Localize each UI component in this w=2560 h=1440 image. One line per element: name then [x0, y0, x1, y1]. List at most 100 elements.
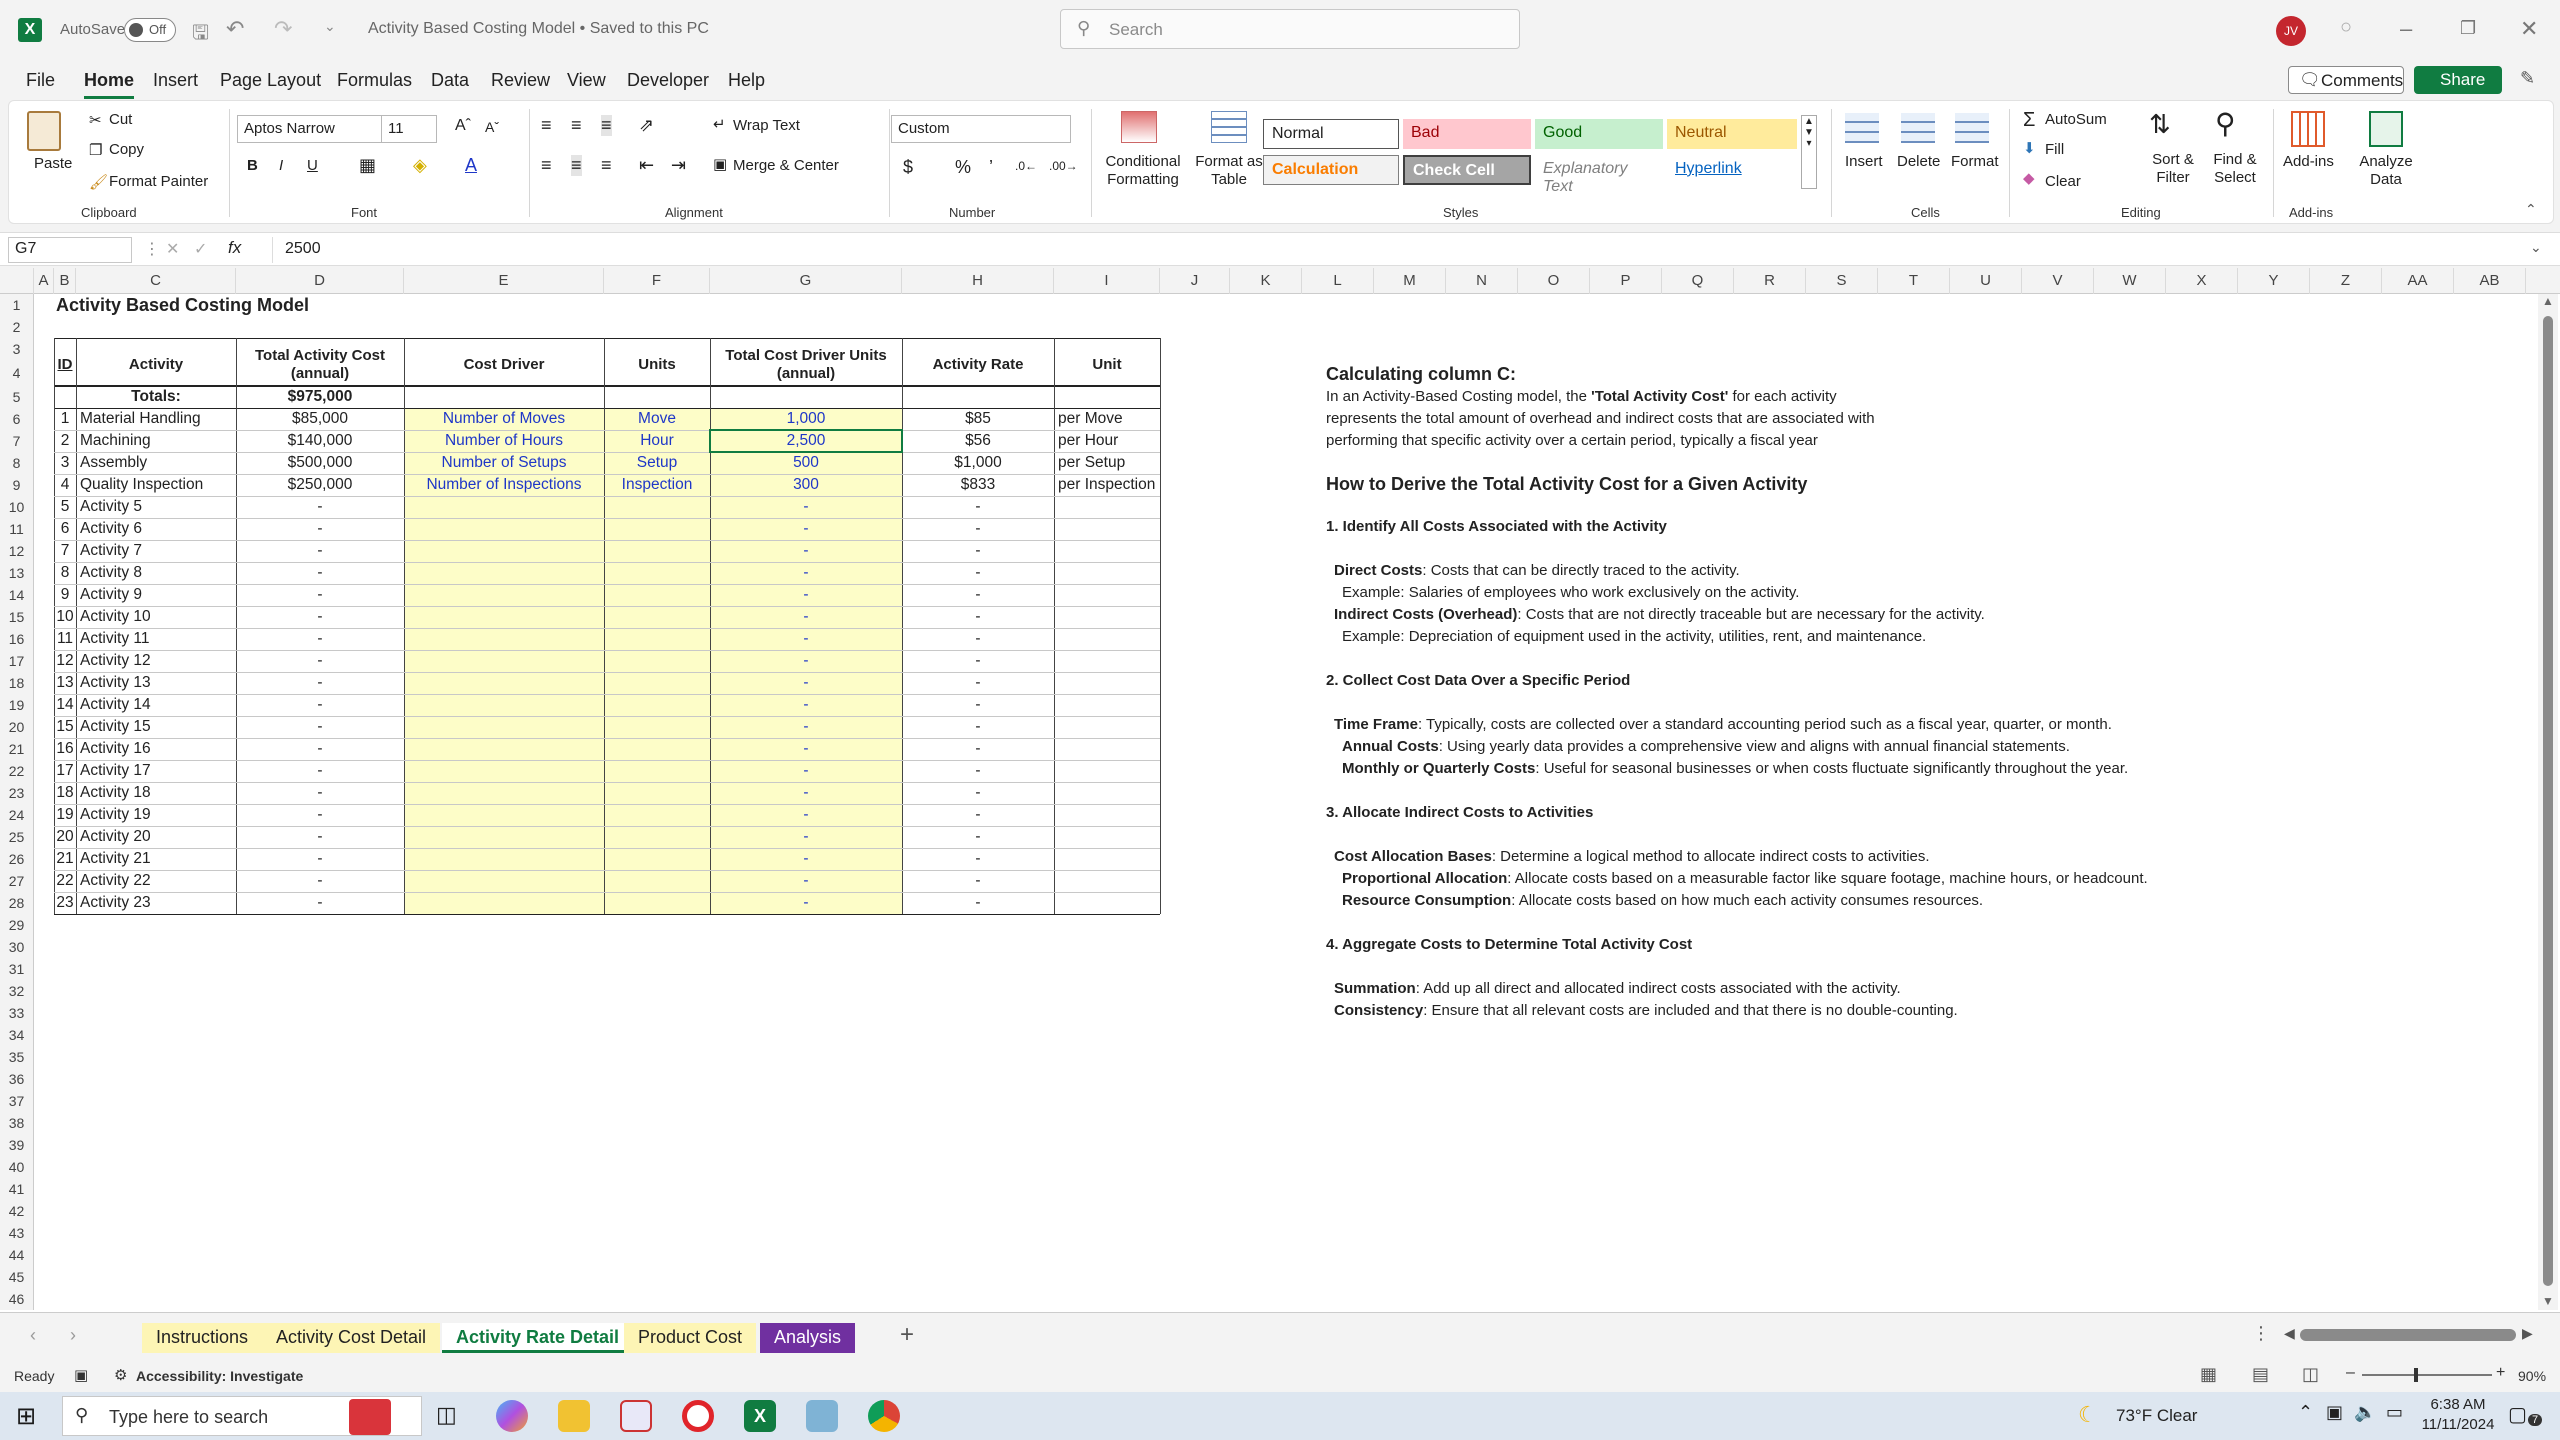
cell-activity-rate[interactable]: - [902, 694, 1054, 716]
share-button[interactable]: Share [2414, 66, 2502, 94]
cell-total-cost[interactable]: - [236, 584, 404, 606]
cell-units[interactable] [604, 650, 710, 672]
cell-activity-rate[interactable]: - [902, 584, 1054, 606]
network-icon[interactable]: ▣ [2326, 1402, 2343, 1423]
cell-activity[interactable]: Activity 16 [76, 738, 236, 760]
header-rate[interactable]: Activity Rate [902, 344, 1054, 386]
menu-file[interactable]: File [26, 70, 55, 91]
header-id[interactable]: ID [54, 344, 76, 386]
horizontal-scroll-thumb[interactable] [2300, 1329, 2516, 1341]
cell-cost-driver[interactable]: Number of Moves [404, 408, 604, 430]
cell-activity-rate[interactable]: - [902, 826, 1054, 848]
align-right-icon[interactable]: ≡ [601, 155, 612, 176]
increase-font-icon[interactable]: Aˆ [455, 117, 471, 135]
cell-activity-rate[interactable]: - [902, 518, 1054, 540]
menu-developer[interactable]: Developer [627, 70, 709, 91]
menu-insert[interactable]: Insert [153, 70, 198, 91]
cell-cost-driver[interactable] [404, 892, 604, 914]
header-units[interactable]: Units [604, 344, 710, 386]
align-center-icon[interactable]: ≡ [571, 155, 582, 176]
cell-total-units[interactable]: - [710, 826, 902, 848]
cell-total-units[interactable]: - [710, 870, 902, 892]
fill-button[interactable]: Fill [2045, 141, 2064, 158]
totals-value[interactable]: $975,000 [236, 386, 404, 408]
menu-page-layout[interactable]: Page Layout [220, 70, 321, 91]
cell-units[interactable] [604, 606, 710, 628]
cell-unit[interactable] [1054, 782, 1160, 804]
insert-cells-button[interactable]: Insert [1845, 153, 1883, 170]
cell-unit[interactable] [1054, 760, 1160, 782]
cell-activity-rate[interactable]: $1,000 [902, 452, 1054, 474]
cell-total-cost[interactable]: - [236, 848, 404, 870]
cell-total-units[interactable]: 300 [710, 474, 902, 496]
format-painter-button[interactable]: Format Painter [109, 173, 208, 190]
cell-id[interactable]: 12 [54, 650, 76, 672]
row-header-21[interactable]: 21 [0, 738, 34, 760]
windows-start-icon[interactable]: ⊞ [16, 1402, 36, 1431]
cell-id[interactable]: 4 [54, 474, 76, 496]
column-header-n[interactable]: N [1446, 268, 1518, 294]
row-header-11[interactable]: 11 [0, 518, 34, 540]
header-total-units[interactable]: Total Cost Driver Units (annual) [710, 344, 902, 386]
cell-unit[interactable]: per Hour [1054, 430, 1160, 452]
cell-cost-driver[interactable] [404, 870, 604, 892]
volume-icon[interactable]: 🔈 [2354, 1402, 2376, 1423]
row-header-8[interactable]: 8 [0, 452, 34, 474]
row-header-9[interactable]: 9 [0, 474, 34, 496]
cell-activity[interactable]: Activity 6 [76, 518, 236, 540]
wrap-text-button[interactable]: Wrap Text [733, 117, 800, 134]
cell-activity-rate[interactable]: - [902, 650, 1054, 672]
column-header-c[interactable]: C [76, 268, 236, 294]
cell-activity-rate[interactable]: - [902, 606, 1054, 628]
style-check-cell[interactable]: Check Cell [1403, 155, 1531, 185]
cut-button[interactable]: Cut [109, 111, 132, 128]
cell-cost-driver[interactable]: Number of Setups [404, 452, 604, 474]
cell-total-cost[interactable]: - [236, 870, 404, 892]
cell-activity[interactable]: Activity 22 [76, 870, 236, 892]
totals-label[interactable]: Totals: [76, 386, 236, 408]
cell-activity-rate[interactable]: - [902, 870, 1054, 892]
cell-cost-driver[interactable] [404, 738, 604, 760]
battery-icon[interactable]: ▭ [2386, 1402, 2403, 1423]
orientation-icon[interactable]: ⇗ [639, 115, 654, 136]
cell-units[interactable] [604, 738, 710, 760]
header-cost-driver[interactable]: Cost Driver [404, 344, 604, 386]
cell-total-units[interactable]: - [710, 782, 902, 804]
cell-activity[interactable]: Activity 13 [76, 672, 236, 694]
cell-unit[interactable] [1054, 518, 1160, 540]
cell-activity[interactable]: Activity 7 [76, 540, 236, 562]
decrease-indent-icon[interactable]: ⇤ [639, 155, 654, 176]
row-header-29[interactable]: 29 [0, 914, 34, 936]
row-header-16[interactable]: 16 [0, 628, 34, 650]
cell-activity-rate[interactable]: - [902, 562, 1054, 584]
accessibility-status[interactable]: Accessibility: Investigate [136, 1368, 303, 1384]
cell-units[interactable] [604, 628, 710, 650]
cell-unit[interactable] [1054, 848, 1160, 870]
menu-formulas[interactable]: Formulas [337, 70, 412, 91]
cell-unit[interactable] [1054, 496, 1160, 518]
style-calculation[interactable]: Calculation [1263, 155, 1399, 185]
insert-function-icon[interactable]: fx [228, 238, 241, 258]
row-header-42[interactable]: 42 [0, 1200, 34, 1222]
style-hyperlink[interactable]: Hyperlink [1667, 155, 1797, 185]
tab-activity-rate-detail[interactable]: Activity Rate Detail [442, 1323, 634, 1353]
task-view-icon[interactable]: ◫ [436, 1402, 457, 1428]
expand-formula-icon[interactable]: ⌄ [2530, 239, 2542, 256]
row-header-23[interactable]: 23 [0, 782, 34, 804]
align-left-icon[interactable]: ≡ [541, 155, 552, 176]
font-family-select[interactable]: Aptos Narrow [237, 115, 389, 143]
cell-units[interactable]: Inspection [604, 474, 710, 496]
add-sheet-icon[interactable]: + [900, 1321, 914, 1349]
cell-activity-rate[interactable]: - [902, 672, 1054, 694]
avatar[interactable]: JV [2276, 16, 2306, 46]
cell-unit[interactable] [1054, 694, 1160, 716]
cell-total-units[interactable]: - [710, 606, 902, 628]
row-header-17[interactable]: 17 [0, 650, 34, 672]
cell-total-units[interactable]: - [710, 738, 902, 760]
page-break-view-icon[interactable]: ◫ [2302, 1364, 2319, 1385]
row-header-34[interactable]: 34 [0, 1024, 34, 1046]
cell-cost-driver[interactable] [404, 518, 604, 540]
cell-id[interactable]: 1 [54, 408, 76, 430]
cell-total-units[interactable]: - [710, 892, 902, 914]
cell-unit[interactable]: per Setup [1054, 452, 1160, 474]
